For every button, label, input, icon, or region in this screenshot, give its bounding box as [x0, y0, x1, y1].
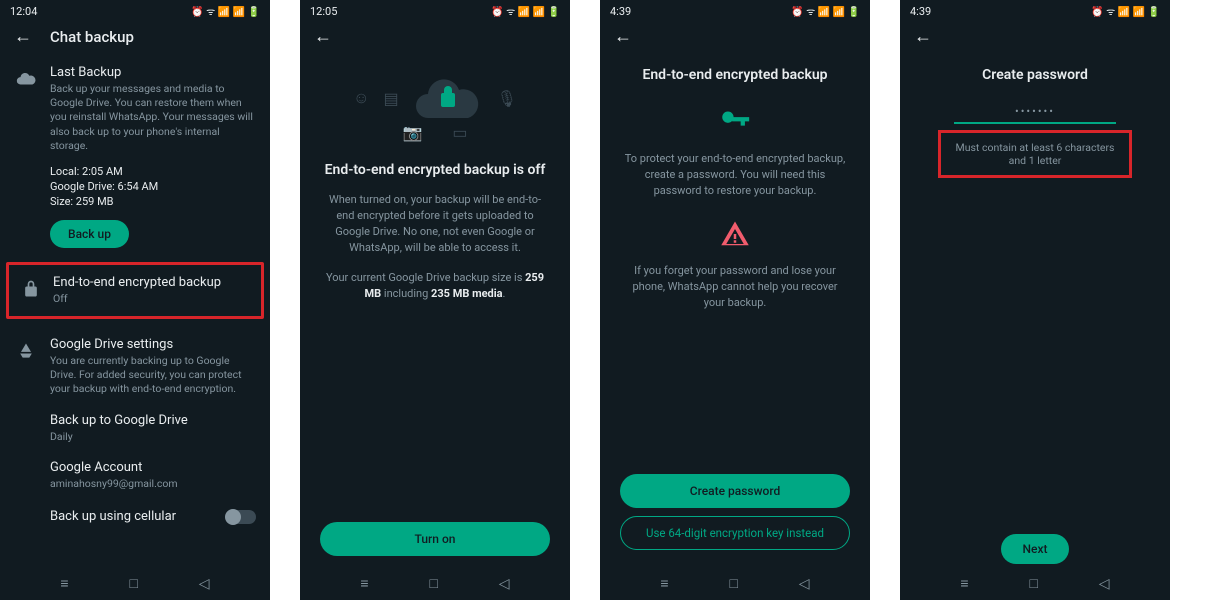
status-bar: 4:39 ⏰ ᯤ 📶 📶 🔋 — [600, 0, 870, 20]
status-time: 12:05 — [310, 5, 337, 18]
doc-icon: ▭ — [452, 123, 467, 142]
last-backup-section: Last Backup Back up your messages and me… — [0, 57, 270, 256]
next-button[interactable]: Next — [1001, 534, 1070, 564]
backup-local: Local: 2:05 AM — [50, 165, 256, 178]
app-bar: ← — [300, 20, 570, 57]
illustration: ☺ ▤ 🎙 — [324, 57, 546, 129]
page-title: End-to-end encrypted backup — [624, 67, 846, 83]
last-backup-title: Last Backup — [50, 65, 256, 80]
app-bar: ← Chat backup — [0, 20, 270, 57]
status-icons: ⏰ ᯤ 📶 📶 🔋 — [791, 4, 860, 18]
nav-back-icon[interactable]: ◁ — [499, 576, 510, 592]
nav-recent-icon[interactable]: ≡ — [60, 575, 68, 592]
nav-back-icon[interactable]: ◁ — [199, 576, 210, 592]
nav-bar: ≡ □ ◁ — [300, 565, 570, 600]
content: Create password ••••••• Must contain at … — [900, 57, 1170, 565]
bottom-actions: Create password Use 64-digit encryption … — [600, 466, 870, 564]
gdrive-icon — [14, 339, 38, 363]
e2e-title: End-to-end encrypted backup — [53, 275, 251, 290]
last-backup-desc: Back up your messages and media to Googl… — [50, 82, 256, 153]
nav-bar: ≡ □ ◁ — [0, 565, 270, 600]
cloud-lock-icon — [413, 73, 483, 123]
status-icons: ⏰ ᯤ 📶 📶 🔋 — [491, 4, 560, 18]
e2e-backup-row[interactable]: End-to-end encrypted backup Off — [6, 262, 264, 319]
page-title: End-to-end encrypted backup is off — [324, 162, 546, 178]
status-icons: ⏰ ᯤ 📶 📶 🔋 — [1091, 4, 1160, 18]
back-icon[interactable]: ← — [914, 26, 932, 47]
backup-size: Size: 259 MB — [50, 195, 256, 208]
camera-icon: 📷 — [402, 123, 422, 142]
password-hint: Must contain at least 6 characters and 1… — [938, 130, 1132, 178]
emoji-icon: ☺ — [353, 88, 369, 108]
key-icon — [624, 103, 846, 137]
back-icon[interactable]: ← — [14, 26, 32, 47]
gdrive-title: Google Drive settings — [50, 337, 256, 352]
bottom-actions: Next — [900, 534, 1170, 564]
google-account-row[interactable]: Google Account aminahosny99@gmail.com — [0, 452, 270, 499]
screen-create-password-input: 4:39 ⏰ ᯤ 📶 📶 🔋 ← Create password •••••••… — [900, 0, 1170, 600]
use-key-button[interactable]: Use 64-digit encryption key instead — [620, 516, 850, 550]
backup-schedule-row[interactable]: Back up to Google Drive Daily — [0, 405, 270, 452]
back-icon[interactable]: ← — [614, 26, 632, 47]
backup-button[interactable]: Back up — [50, 220, 129, 248]
lock-icon — [19, 277, 43, 301]
back-icon[interactable]: ← — [314, 26, 332, 47]
screen-create-password-prompt: 4:39 ⏰ ᯤ 📶 📶 🔋 ← End-to-end encrypted ba… — [600, 0, 870, 600]
cellular-row[interactable]: Back up using cellular — [0, 499, 270, 536]
nav-back-icon[interactable]: ◁ — [1099, 576, 1110, 592]
turn-on-button[interactable]: Turn on — [320, 522, 550, 556]
status-time: 12:04 — [10, 5, 37, 18]
google-account-title: Google Account — [50, 460, 256, 475]
nav-recent-icon[interactable]: ≡ — [660, 575, 668, 592]
nav-recent-icon[interactable]: ≡ — [960, 575, 968, 592]
status-time: 4:39 — [610, 5, 631, 18]
backup-drive: Google Drive: 6:54 AM — [50, 180, 256, 193]
nav-home-icon[interactable]: □ — [729, 575, 737, 592]
status-bar: 4:39 ⏰ ᯤ 📶 📶 🔋 — [900, 0, 1170, 20]
mic-icon: 🎙 — [497, 89, 517, 108]
nav-bar: ≡ □ ◁ — [600, 565, 870, 600]
status-bar: 12:04 ⏰ ᯤ 📶 📶 🔋 — [0, 0, 270, 20]
warning-icon — [624, 219, 846, 249]
cellular-title: Back up using cellular — [50, 509, 176, 524]
content: Last Backup Back up your messages and me… — [0, 57, 270, 565]
backup-schedule-value: Daily — [50, 430, 256, 444]
gdrive-section: Google Drive settings You are currently … — [0, 329, 270, 405]
page-title: Create password — [924, 67, 1146, 83]
nav-recent-icon[interactable]: ≡ — [360, 575, 368, 592]
content: ☺ ▤ 🎙 📷 ▭ End-to-end encrypted backup is… — [300, 57, 570, 565]
body-text-1: When turned on, your backup will be end-… — [324, 192, 546, 256]
backup-schedule-title: Back up to Google Drive — [50, 413, 256, 428]
app-bar: ← — [900, 20, 1170, 57]
password-input[interactable]: ••••••• — [954, 105, 1116, 124]
page-title: Chat backup — [50, 28, 134, 46]
app-bar: ← — [600, 20, 870, 57]
status-bar: 12:05 ⏰ ᯤ 📶 📶 🔋 — [300, 0, 570, 20]
e2e-value: Off — [53, 292, 251, 306]
status-icons: ⏰ ᯤ 📶 📶 🔋 — [191, 4, 260, 18]
nav-home-icon[interactable]: □ — [429, 575, 437, 592]
screen-e2e-off: 12:05 ⏰ ᯤ 📶 📶 🔋 ← ☺ ▤ 🎙 📷 ▭ End-to-end e… — [300, 0, 570, 600]
cellular-toggle[interactable] — [226, 510, 256, 524]
nav-bar: ≡ □ ◁ — [900, 565, 1170, 600]
status-time: 4:39 — [910, 5, 931, 18]
nav-back-icon[interactable]: ◁ — [799, 576, 810, 592]
illustration-row2: 📷 ▭ — [324, 123, 546, 142]
body-text-1: To protect your end-to-end encrypted bac… — [624, 151, 846, 199]
bottom-actions: Turn on — [300, 514, 570, 564]
nav-home-icon[interactable]: □ — [129, 575, 137, 592]
file-icon: ▤ — [383, 89, 398, 108]
nav-home-icon[interactable]: □ — [1029, 575, 1037, 592]
cloud-icon — [14, 67, 38, 91]
body-text-2: If you forget your password and lose you… — [624, 263, 846, 311]
create-password-button[interactable]: Create password — [620, 474, 850, 508]
gdrive-desc: You are currently backing up to Google D… — [50, 354, 256, 397]
body-text-2: Your current Google Drive backup size is… — [324, 270, 546, 302]
google-account-value: aminahosny99@gmail.com — [50, 477, 256, 491]
screen-chat-backup: 12:04 ⏰ ᯤ 📶 📶 🔋 ← Chat backup Last Backu… — [0, 0, 270, 600]
